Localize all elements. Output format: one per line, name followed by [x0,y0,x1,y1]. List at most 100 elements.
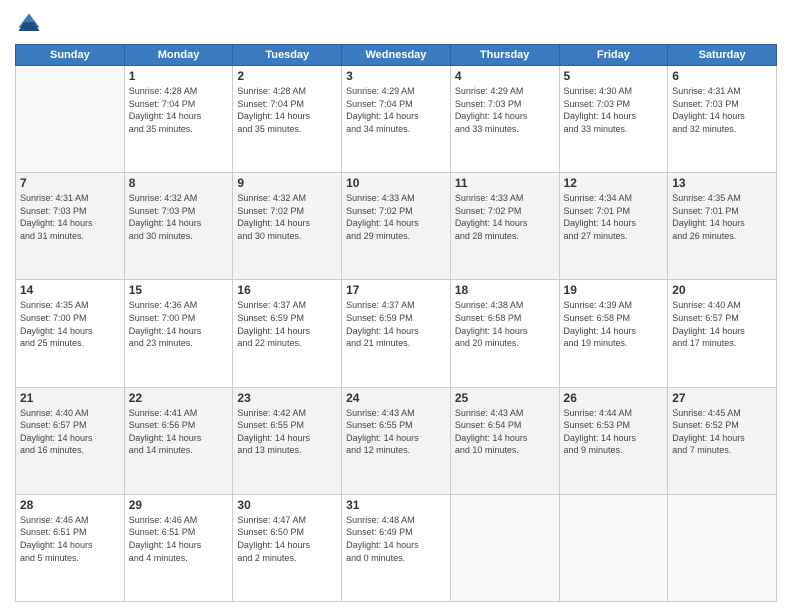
calendar-cell: 16Sunrise: 4:37 AMSunset: 6:59 PMDayligh… [233,280,342,387]
day-info: Sunrise: 4:31 AMSunset: 7:03 PMDaylight:… [20,192,120,242]
day-info: Sunrise: 4:28 AMSunset: 7:04 PMDaylight:… [129,85,229,135]
calendar-cell: 15 Sunrise: 4:36 AMSunset: 7:00 PMDayligh… [124,280,233,387]
day-info: Sunrise: 4:38 AMSunset: 6:58 PMDaylight:… [455,299,555,349]
page: SundayMondayTuesdayWednesdayThursdayFrid… [0,0,792,612]
calendar-cell: 29 Sunrise: 4:46 AMSunset: 6:51 PMDayligh… [124,494,233,601]
day-number: 19 [564,283,664,297]
day-number: 4 [455,69,555,83]
day-number: 24 [346,391,446,405]
calendar-cell: 7 Sunrise: 4:31 AMSunset: 7:03 PMDaylight… [16,173,125,280]
calendar-week-row: 14 Sunrise: 4:35 AMSunset: 7:00 PMDayligh… [16,280,777,387]
day-number: 15 [129,283,229,297]
calendar-cell: 11 Sunrise: 4:33 AMSunset: 7:02 PMDayligh… [450,173,559,280]
day-number: 29 [129,498,229,512]
day-info: Sunrise: 4:33 AMSunset: 7:02 PMDaylight:… [455,192,555,242]
day-number: 9 [237,176,337,190]
calendar-cell: 14 Sunrise: 4:35 AMSunset: 7:00 PMDayligh… [16,280,125,387]
day-number: 12 [564,176,664,190]
day-info: Sunrise: 4:46 AMSunset: 6:51 PMDaylight:… [129,514,229,564]
calendar-cell: 30 Sunrise: 4:47 AMSunset: 6:50 PMDayligh… [233,494,342,601]
day-number: 7 [20,176,120,190]
calendar-cell: 3 Sunrise: 4:29 AMSunset: 7:04 PMDaylight… [342,66,451,173]
day-info: Sunrise: 4:35 AMSunset: 7:00 PMDaylight:… [20,299,120,349]
day-number: 17 [346,283,446,297]
day-number: 10 [346,176,446,190]
day-info: Sunrise: 4:37 AMSunset: 6:59 PMDaylight:… [237,299,337,349]
calendar-cell: 17 Sunrise: 4:37 AMSunset: 6:59 PMDayligh… [342,280,451,387]
calendar-cell: 5Sunrise: 4:30 AMSunset: 7:03 PMDaylight… [559,66,668,173]
calendar-cell: 4 Sunrise: 4:29 AMSunset: 7:03 PMDaylight… [450,66,559,173]
day-number: 6 [672,69,772,83]
header [15,10,777,38]
day-info: Sunrise: 4:36 AMSunset: 7:00 PMDaylight:… [129,299,229,349]
day-number: 21 [20,391,120,405]
day-number: 31 [346,498,446,512]
calendar-cell: 31 Sunrise: 4:48 AMSunset: 6:49 PMDayligh… [342,494,451,601]
calendar-cell: 22 Sunrise: 4:41 AMSunset: 6:56 PMDayligh… [124,387,233,494]
day-number: 13 [672,176,772,190]
calendar-cell: 12 Sunrise: 4:34 AMSunset: 7:01 PMDayligh… [559,173,668,280]
day-info: Sunrise: 4:29 AMSunset: 7:04 PMDaylight:… [346,85,446,135]
day-info: Sunrise: 4:29 AMSunset: 7:03 PMDaylight:… [455,85,555,135]
logo-icon [15,10,43,38]
calendar-week-row: 21 Sunrise: 4:40 AMSunset: 6:57 PMDayligh… [16,387,777,494]
calendar-cell [16,66,125,173]
day-info: Sunrise: 4:47 AMSunset: 6:50 PMDaylight:… [237,514,337,564]
calendar-cell: 1 Sunrise: 4:28 AMSunset: 7:04 PMDaylight… [124,66,233,173]
calendar-cell [668,494,777,601]
day-header-monday: Monday [124,45,233,66]
calendar-week-row: 1 Sunrise: 4:28 AMSunset: 7:04 PMDaylight… [16,66,777,173]
day-info: Sunrise: 4:37 AMSunset: 6:59 PMDaylight:… [346,299,446,349]
day-number: 14 [20,283,120,297]
day-info: Sunrise: 4:28 AMSunset: 7:04 PMDaylight:… [237,85,337,135]
calendar-cell: 8Sunrise: 4:32 AMSunset: 7:03 PMDaylight… [124,173,233,280]
day-number: 1 [129,69,229,83]
day-number: 5 [564,69,664,83]
day-number: 18 [455,283,555,297]
day-info: Sunrise: 4:48 AMSunset: 6:49 PMDaylight:… [346,514,446,564]
day-info: Sunrise: 4:39 AMSunset: 6:58 PMDaylight:… [564,299,664,349]
day-number: 30 [237,498,337,512]
day-info: Sunrise: 4:41 AMSunset: 6:56 PMDaylight:… [129,407,229,457]
day-number: 3 [346,69,446,83]
day-info: Sunrise: 4:45 AMSunset: 6:52 PMDaylight:… [672,407,772,457]
calendar-cell: 9 Sunrise: 4:32 AMSunset: 7:02 PMDaylight… [233,173,342,280]
calendar-cell: 20Sunrise: 4:40 AMSunset: 6:57 PMDayligh… [668,280,777,387]
day-info: Sunrise: 4:46 AMSunset: 6:51 PMDaylight:… [20,514,120,564]
day-info: Sunrise: 4:33 AMSunset: 7:02 PMDaylight:… [346,192,446,242]
day-number: 25 [455,391,555,405]
day-header-friday: Friday [559,45,668,66]
day-info: Sunrise: 4:32 AMSunset: 7:03 PMDaylight:… [129,192,229,242]
day-number: 22 [129,391,229,405]
calendar-cell: 6Sunrise: 4:31 AMSunset: 7:03 PMDaylight… [668,66,777,173]
calendar-week-row: 7 Sunrise: 4:31 AMSunset: 7:03 PMDaylight… [16,173,777,280]
day-number: 27 [672,391,772,405]
day-info: Sunrise: 4:34 AMSunset: 7:01 PMDaylight:… [564,192,664,242]
day-info: Sunrise: 4:40 AMSunset: 6:57 PMDaylight:… [20,407,120,457]
day-info: Sunrise: 4:35 AMSunset: 7:01 PMDaylight:… [672,192,772,242]
calendar-cell [559,494,668,601]
day-header-thursday: Thursday [450,45,559,66]
calendar-cell: 28Sunrise: 4:46 AMSunset: 6:51 PMDayligh… [16,494,125,601]
day-number: 20 [672,283,772,297]
day-info: Sunrise: 4:43 AMSunset: 6:55 PMDaylight:… [346,407,446,457]
day-info: Sunrise: 4:32 AMSunset: 7:02 PMDaylight:… [237,192,337,242]
calendar-week-row: 28Sunrise: 4:46 AMSunset: 6:51 PMDayligh… [16,494,777,601]
calendar-cell: 26 Sunrise: 4:44 AMSunset: 6:53 PMDayligh… [559,387,668,494]
day-header-wednesday: Wednesday [342,45,451,66]
day-info: Sunrise: 4:43 AMSunset: 6:54 PMDaylight:… [455,407,555,457]
calendar-table: SundayMondayTuesdayWednesdayThursdayFrid… [15,44,777,602]
day-header-sunday: Sunday [16,45,125,66]
calendar-cell: 23Sunrise: 4:42 AMSunset: 6:55 PMDayligh… [233,387,342,494]
day-number: 26 [564,391,664,405]
calendar-cell: 25 Sunrise: 4:43 AMSunset: 6:54 PMDayligh… [450,387,559,494]
day-info: Sunrise: 4:42 AMSunset: 6:55 PMDaylight:… [237,407,337,457]
day-number: 11 [455,176,555,190]
calendar-cell: 2Sunrise: 4:28 AMSunset: 7:04 PMDaylight… [233,66,342,173]
calendar-cell: 21 Sunrise: 4:40 AMSunset: 6:57 PMDayligh… [16,387,125,494]
calendar-header-row: SundayMondayTuesdayWednesdayThursdayFrid… [16,45,777,66]
calendar-cell: 27 Sunrise: 4:45 AMSunset: 6:52 PMDayligh… [668,387,777,494]
calendar-cell: 18 Sunrise: 4:38 AMSunset: 6:58 PMDayligh… [450,280,559,387]
day-info: Sunrise: 4:44 AMSunset: 6:53 PMDaylight:… [564,407,664,457]
calendar-cell: 19 Sunrise: 4:39 AMSunset: 6:58 PMDayligh… [559,280,668,387]
